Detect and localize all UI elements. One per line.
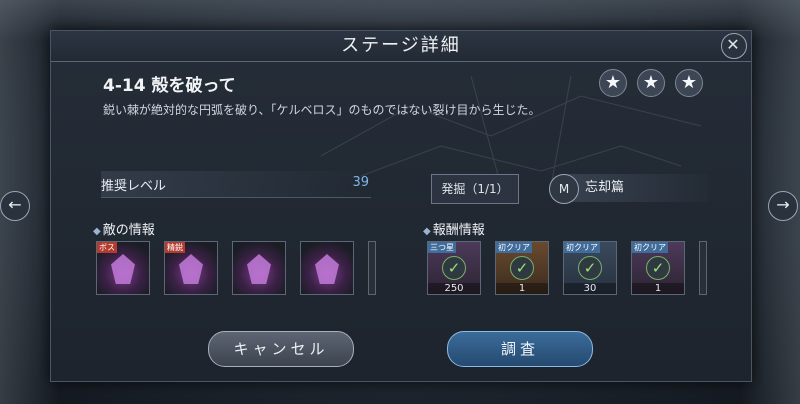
enemy-card[interactable]: 精鋭 bbox=[164, 241, 218, 295]
enemy-card[interactable] bbox=[232, 241, 286, 295]
reward-count: 250 bbox=[428, 283, 480, 294]
check-icon: ✓ bbox=[578, 256, 602, 280]
reward-tag: 三つ星 bbox=[428, 242, 456, 253]
reward-tag: 初クリア bbox=[564, 242, 600, 253]
stage-detail-dialog: ステージ詳細 ✕ 4-14 殻を破って 鋭い棘が絶対的な円弧を破り、「ケルベロス… bbox=[50, 30, 752, 382]
bullet-icon: ◆ bbox=[93, 226, 101, 237]
bullet-icon: ◆ bbox=[423, 226, 431, 237]
reward-count: 1 bbox=[496, 283, 548, 294]
dig-progress-button[interactable]: 発掘（1/1） bbox=[431, 174, 519, 204]
enemy-list: ボス 精鋭 bbox=[96, 241, 376, 295]
enemy-portrait bbox=[247, 254, 271, 284]
cancel-button[interactable]: キャンセル bbox=[208, 331, 354, 367]
check-icon: ✓ bbox=[510, 256, 534, 280]
stage-description: 鋭い棘が絶対的な円弧を破り、「ケルベロス」のものではない裂け目から生じた。 bbox=[103, 103, 541, 117]
enemy-info-title-text: 敵の情報 bbox=[102, 223, 155, 238]
close-icon[interactable]: ✕ bbox=[721, 33, 747, 59]
reward-item[interactable]: 初クリア ✓ 30 bbox=[563, 241, 617, 295]
next-stage-arrow-icon[interactable]: → bbox=[768, 191, 798, 221]
reward-list: 三つ星 ✓ 250 初クリア ✓ 1 初クリア ✓ 30 初クリア ✓ 1 bbox=[427, 241, 707, 295]
star-icon: ★ bbox=[637, 69, 665, 97]
chapter-label: 忘却篇 bbox=[585, 180, 625, 195]
recommended-level-label: 推奨レベル bbox=[101, 179, 167, 194]
reward-item-partial[interactable] bbox=[699, 241, 707, 295]
dialog-title-text: ステージ詳細 bbox=[341, 35, 461, 56]
star-icon: ★ bbox=[675, 69, 703, 97]
reward-tag: 初クリア bbox=[632, 242, 668, 253]
check-icon: ✓ bbox=[442, 256, 466, 280]
reward-count: 30 bbox=[564, 283, 616, 294]
stage-name: 4-14 殻を破って bbox=[103, 76, 236, 96]
reward-count: 1 bbox=[632, 283, 684, 294]
reward-info-title-text: 報酬情報 bbox=[432, 223, 485, 238]
dialog-title: ステージ詳細 ✕ bbox=[51, 31, 751, 62]
check-icon: ✓ bbox=[646, 256, 670, 280]
star-rating: ★ ★ ★ bbox=[599, 69, 703, 97]
recommended-level: 推奨レベル 39 bbox=[101, 171, 371, 198]
enemy-portrait bbox=[111, 254, 135, 284]
previous-stage-arrow-icon[interactable]: ← bbox=[0, 191, 30, 221]
boss-badge: ボス bbox=[97, 242, 117, 253]
enemy-portrait bbox=[179, 254, 203, 284]
enemy-card[interactable]: ボス bbox=[96, 241, 150, 295]
reward-tag: 初クリア bbox=[496, 242, 532, 253]
enemy-card[interactable] bbox=[300, 241, 354, 295]
recommended-level-value: 39 bbox=[352, 175, 369, 190]
star-icon: ★ bbox=[599, 69, 627, 97]
investigate-button[interactable]: 調査 bbox=[447, 331, 593, 367]
reward-item[interactable]: 初クリア ✓ 1 bbox=[631, 241, 685, 295]
reward-item[interactable]: 三つ星 ✓ 250 bbox=[427, 241, 481, 295]
chapter-emblem-icon: M bbox=[549, 174, 579, 204]
reward-item[interactable]: 初クリア ✓ 1 bbox=[495, 241, 549, 295]
enemy-info-title: ◆ 敵の情報 bbox=[93, 219, 155, 238]
elite-badge: 精鋭 bbox=[165, 242, 185, 253]
enemy-portrait bbox=[315, 254, 339, 284]
enemy-card-partial[interactable] bbox=[368, 241, 376, 295]
chapter-badge: M 忘却篇 bbox=[549, 174, 709, 204]
reward-info-title: ◆ 報酬情報 bbox=[423, 219, 485, 238]
